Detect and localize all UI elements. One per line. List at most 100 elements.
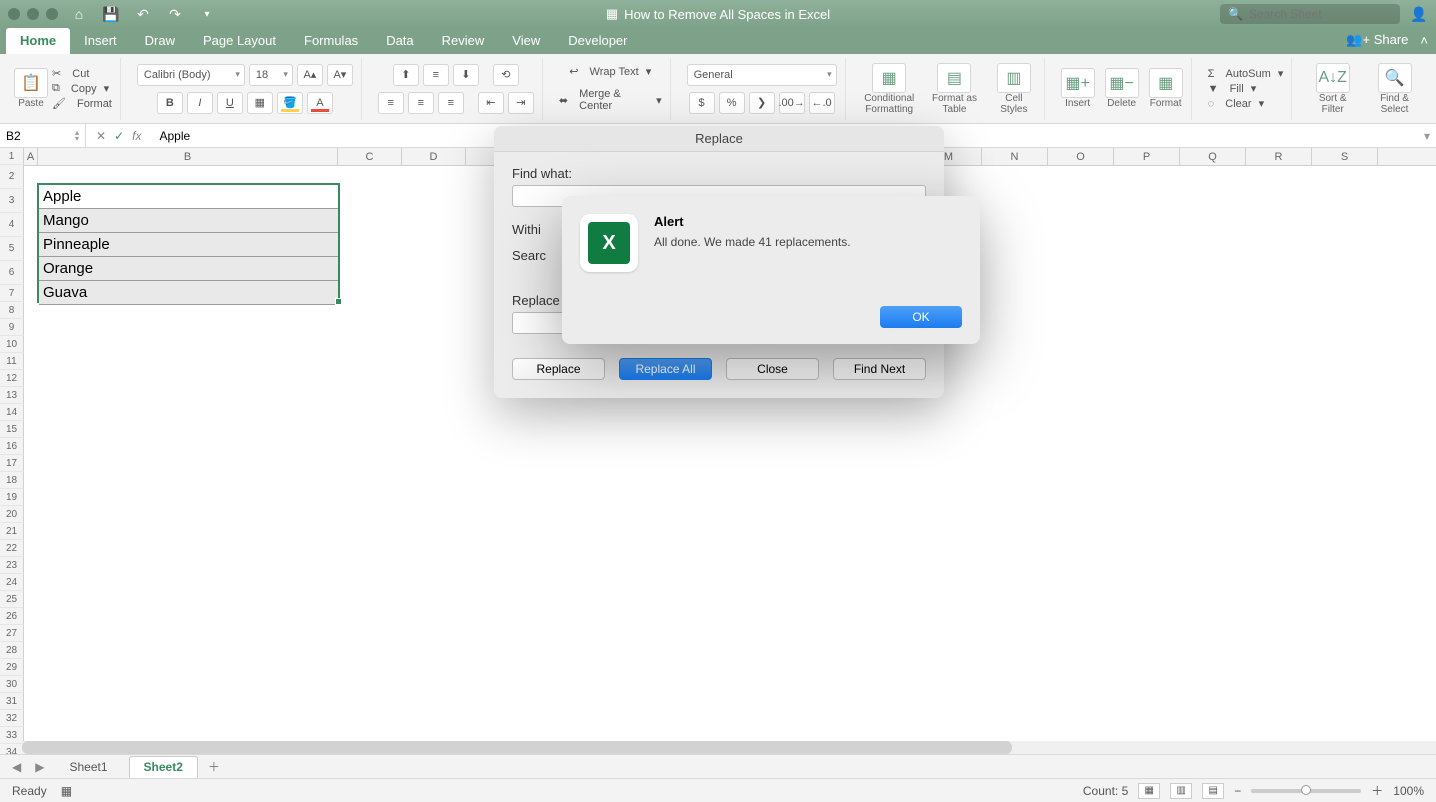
cell-b3[interactable]: Mango (39, 209, 338, 233)
row-header-7[interactable]: 7 (0, 285, 24, 302)
align-right-icon[interactable]: ≡ (438, 92, 464, 114)
redo-icon[interactable]: ↷ (166, 5, 184, 23)
zoom-level[interactable]: 100% (1393, 784, 1424, 798)
col-header-C[interactable]: C (338, 148, 402, 165)
percent-icon[interactable]: % (719, 92, 745, 114)
decrease-font-icon[interactable]: A▾ (327, 64, 353, 86)
tab-draw[interactable]: Draw (131, 28, 189, 54)
close-window-icon[interactable] (8, 8, 20, 20)
tab-view[interactable]: View (498, 28, 554, 54)
align-bottom-icon[interactable]: ⬇ (453, 64, 479, 86)
expand-formula-bar-icon[interactable]: ▾ (1418, 129, 1436, 143)
increase-decimal-icon[interactable]: .00→ (779, 92, 805, 114)
delete-cells-button[interactable]: ▦− (1105, 68, 1139, 98)
row-header-10[interactable]: 10 (0, 336, 24, 353)
home-icon[interactable]: ⌂ (70, 5, 88, 23)
row-header-4[interactable]: 4 (0, 213, 24, 237)
row-header-22[interactable]: 22 (0, 540, 24, 557)
col-header-R[interactable]: R (1246, 148, 1312, 165)
col-header-N[interactable]: N (982, 148, 1048, 165)
cut-button[interactable]: ✂ Cut (52, 67, 112, 80)
row-header-24[interactable]: 24 (0, 574, 24, 591)
row-header-14[interactable]: 14 (0, 404, 24, 421)
fill-handle[interactable] (335, 298, 342, 305)
view-page-break-icon[interactable]: ▤ (1202, 783, 1224, 799)
col-header-P[interactable]: P (1114, 148, 1180, 165)
clear-button[interactable]: ◌ Clear ▾ (1208, 97, 1284, 110)
maximize-window-icon[interactable] (46, 8, 58, 20)
row-header-31[interactable]: 31 (0, 693, 24, 710)
cell-b4[interactable]: Pinneaple (39, 233, 338, 257)
row-header-25[interactable]: 25 (0, 591, 24, 608)
share-button[interactable]: 👥+ Share (1346, 32, 1408, 48)
sheet-tab-sheet2[interactable]: Sheet2 (129, 756, 198, 778)
increase-font-icon[interactable]: A▴ (297, 64, 323, 86)
name-box[interactable]: B2 ▴▾ (0, 124, 86, 147)
add-sheet-button[interactable]: ＋ (204, 757, 224, 777)
comma-icon[interactable]: ❯ (749, 92, 775, 114)
wrap-text-button[interactable]: ↩ Wrap Text ▾ (569, 65, 651, 78)
collapse-ribbon-icon[interactable]: ˄ (1420, 33, 1428, 48)
view-normal-icon[interactable]: ▦ (1138, 783, 1160, 799)
orientation-icon[interactable]: ⟲ (493, 64, 519, 86)
row-header-9[interactable]: 9 (0, 319, 24, 336)
alert-ok-button[interactable]: OK (880, 306, 962, 328)
row-header-23[interactable]: 23 (0, 557, 24, 574)
row-header-2[interactable]: 2 (0, 165, 24, 189)
font-color-button[interactable]: A (307, 92, 333, 114)
tab-developer[interactable]: Developer (554, 28, 641, 54)
col-header-B[interactable]: B (38, 148, 338, 165)
row-header-28[interactable]: 28 (0, 642, 24, 659)
row-header-21[interactable]: 21 (0, 523, 24, 540)
undo-icon[interactable]: ↶ (134, 5, 152, 23)
bold-button[interactable]: B (157, 92, 183, 114)
row-header-15[interactable]: 15 (0, 421, 24, 438)
col-header-Q[interactable]: Q (1180, 148, 1246, 165)
format-as-table-button[interactable]: ▤ (937, 63, 971, 93)
row-header-8[interactable]: 8 (0, 302, 24, 319)
search-sheet[interactable]: 🔍 (1220, 4, 1400, 24)
cell-styles-button[interactable]: ▥ (997, 63, 1031, 93)
horizontal-scrollbar[interactable] (22, 741, 1436, 754)
format-painter-button[interactable]: 🖌 Format (52, 97, 112, 110)
number-format-select[interactable]: General (687, 64, 837, 86)
align-center-icon[interactable]: ≡ (408, 92, 434, 114)
row-header-1[interactable]: 1 (0, 148, 24, 165)
user-icon[interactable]: 👤 (1410, 5, 1428, 23)
qat-dropdown-icon[interactable]: ▾ (198, 5, 216, 23)
conditional-formatting-button[interactable]: ▦ (872, 63, 906, 93)
align-middle-icon[interactable]: ≡ (423, 64, 449, 86)
find-next-button[interactable]: Find Next (833, 358, 926, 380)
paste-button[interactable]: 📋 (14, 68, 48, 98)
row-header-27[interactable]: 27 (0, 625, 24, 642)
sort-filter-button[interactable]: A↓Z (1316, 63, 1350, 93)
decrease-indent-icon[interactable]: ⇤ (478, 92, 504, 114)
close-button[interactable]: Close (726, 358, 819, 380)
minimize-window-icon[interactable] (27, 8, 39, 20)
cell-b2[interactable]: Apple (39, 185, 338, 209)
tab-formulas[interactable]: Formulas (290, 28, 372, 54)
col-header-O[interactable]: O (1048, 148, 1114, 165)
row-header-17[interactable]: 17 (0, 455, 24, 472)
insert-cells-button[interactable]: ▦+ (1061, 68, 1095, 98)
save-icon[interactable]: 💾 (102, 5, 120, 23)
accept-formula-icon[interactable]: ✓ (114, 129, 124, 143)
find-select-button[interactable]: 🔍 (1378, 63, 1412, 93)
row-header-6[interactable]: 6 (0, 261, 24, 285)
col-header-S[interactable]: S (1312, 148, 1378, 165)
replace-button[interactable]: Replace (512, 358, 605, 380)
tab-review[interactable]: Review (428, 28, 499, 54)
cell-b5[interactable]: Orange (39, 257, 338, 281)
fx-icon[interactable]: fx (132, 129, 141, 143)
row-header-13[interactable]: 13 (0, 387, 24, 404)
row-header-20[interactable]: 20 (0, 506, 24, 523)
next-sheet-icon[interactable]: ▶ (31, 760, 48, 774)
sheet-tab-sheet1[interactable]: Sheet1 (54, 756, 122, 778)
row-header-16[interactable]: 16 (0, 438, 24, 455)
row-header-5[interactable]: 5 (0, 237, 24, 261)
increase-indent-icon[interactable]: ⇥ (508, 92, 534, 114)
autosum-button[interactable]: Σ AutoSum ▾ (1208, 67, 1284, 80)
zoom-slider[interactable] (1251, 789, 1361, 793)
row-header-3[interactable]: 3 (0, 189, 24, 213)
align-top-icon[interactable]: ⬆ (393, 64, 419, 86)
